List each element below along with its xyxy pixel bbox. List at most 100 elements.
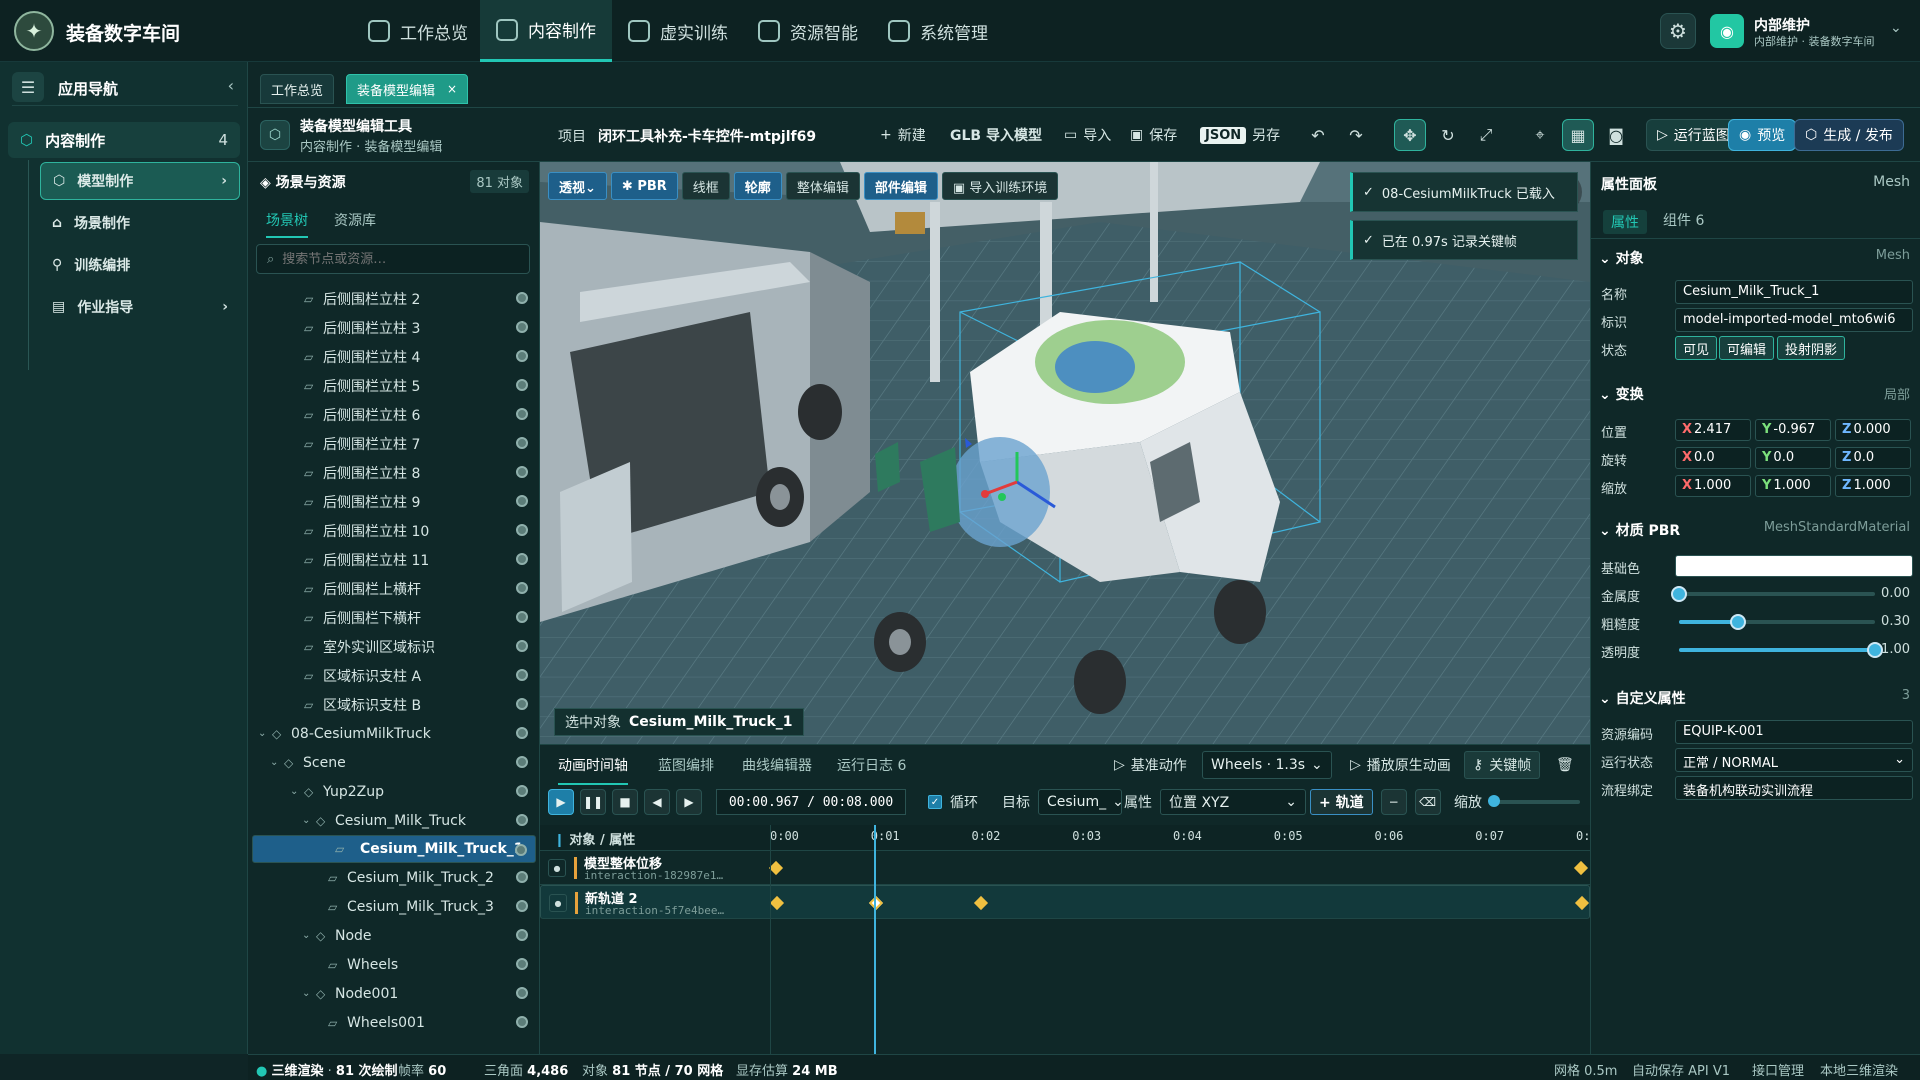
menu-icon[interactable]: ☰ (12, 72, 44, 102)
flow-field[interactable]: 装备机构联动实训流程 (1675, 776, 1913, 800)
view-mode-button[interactable]: 透视⌄ (548, 172, 607, 200)
glb-import-button[interactable]: GLB 导入模型 (950, 123, 1042, 147)
keyframe-diamond[interactable] (1573, 860, 1589, 876)
tree-node[interactable]: ⌄ ◇ Scene (252, 748, 536, 777)
tree-node[interactable]: ▱ 后侧围栏立柱 6 (252, 400, 536, 429)
scale-z-field[interactable]: Z 1.000 (1835, 475, 1911, 497)
keyframe-diamond[interactable] (1574, 895, 1590, 911)
user-menu[interactable]: ◉ 内部维护 内部维护 · 装备数字车间 ⌄ (1710, 12, 1910, 50)
camera-icon[interactable]: ◙ (1600, 119, 1632, 151)
visibility-eye-icon[interactable] (516, 958, 528, 970)
visibility-eye-icon[interactable] (516, 292, 528, 304)
visibility-eye-icon[interactable] (516, 408, 528, 420)
visibility-eye-icon[interactable] (516, 756, 528, 768)
search-box[interactable]: ⌕ (256, 244, 530, 274)
tree-node[interactable]: ▱ 区域标识支柱 A (252, 661, 536, 690)
zoom-knob[interactable] (1488, 795, 1500, 807)
keyframe-button[interactable]: ⚷ 关键帧 (1464, 751, 1541, 779)
tab-blueprint[interactable]: 蓝图编排 (658, 755, 714, 775)
section-custom[interactable]: ⌄ 自定义属性 (1599, 688, 1686, 708)
scale-y-field[interactable]: Y 1.000 (1755, 475, 1831, 497)
opacity-slider[interactable] (1679, 642, 1883, 658)
sidebar-item-scene[interactable]: ⌂ 场景制作 (40, 204, 240, 242)
status-api[interactable]: 接口管理 (1752, 1060, 1804, 1079)
tab-properties[interactable]: 属性 (1603, 210, 1647, 234)
sidebar-item-model[interactable]: ⬡ 模型制作 › (40, 162, 240, 200)
tab-animation[interactable]: 动画时间轴 (558, 755, 628, 785)
tree-node[interactable]: ▱ 后侧围栏下横杆 (252, 603, 536, 632)
visibility-eye-icon[interactable] (516, 698, 528, 710)
position-y-field[interactable]: Y -0.967 (1755, 419, 1831, 441)
import-button[interactable]: ▭ 导入 (1064, 123, 1111, 147)
visibility-eye-icon[interactable] (516, 611, 528, 623)
track-toggle-icon[interactable]: ● (549, 894, 567, 912)
view-mode-button[interactable]: 线框 (681, 172, 730, 200)
chevron-down-icon[interactable]: ⌄ (302, 815, 316, 826)
chevron-down-icon[interactable]: ⌄ (302, 930, 316, 941)
nav-content[interactable]: 内容制作 (480, 0, 612, 62)
pause-button[interactable]: ❚❚ (580, 789, 606, 815)
target-select[interactable]: Cesium_ ⌄ (1038, 789, 1124, 815)
code-field[interactable]: EQUIP-K-001 (1675, 720, 1913, 744)
tree-node[interactable]: ⌄ ◇ 08-CesiumMilkTruck (252, 719, 536, 748)
visibility-eye-icon[interactable] (516, 437, 528, 449)
tab-asset-library[interactable]: 资源库 (334, 210, 376, 230)
state-visible-chip[interactable]: 可见 (1675, 336, 1718, 360)
roughness-knob[interactable] (1729, 614, 1746, 630)
rotation-y-field[interactable]: Y 0.0 (1755, 447, 1831, 469)
visibility-eye-icon[interactable] (516, 871, 528, 883)
next-frame-button[interactable]: ▶ (676, 789, 702, 815)
metalness-slider[interactable] (1671, 586, 1875, 602)
collapse-chevron-icon[interactable]: ‹ (228, 76, 234, 95)
play-button[interactable]: ▶ (548, 789, 574, 815)
scale-icon[interactable]: ⤢ (1470, 119, 1502, 151)
keyframe-diamond[interactable] (869, 895, 884, 911)
search-input[interactable] (282, 251, 503, 267)
tree-node[interactable]: ▱ Cesium_Milk_Truck_1 (252, 835, 536, 863)
save-as-button[interactable]: JSON 另存 (1200, 123, 1280, 147)
tab-scene-tree[interactable]: 场景树 (266, 210, 308, 238)
publish-button[interactable]: ⬡ 生成 / 发布 (1794, 119, 1904, 151)
visibility-eye-icon[interactable] (516, 379, 528, 391)
visibility-eye-icon[interactable] (516, 987, 528, 999)
run-blueprint-button[interactable]: ▷ 运行蓝图 (1646, 119, 1741, 151)
base-color-swatch[interactable] (1675, 555, 1913, 577)
visibility-eye-icon[interactable] (516, 640, 528, 652)
visibility-eye-icon[interactable] (516, 524, 528, 536)
section-object[interactable]: ⌄ 对象 (1599, 248, 1644, 268)
tree-node[interactable]: ▱ 后侧围栏立柱 8 (252, 458, 536, 487)
visibility-eye-icon[interactable] (516, 814, 528, 826)
chevron-down-icon[interactable]: ⌄ (302, 988, 316, 999)
settings-gear-icon[interactable]: ⚙ (1660, 13, 1696, 49)
state-shadow-chip[interactable]: 投射阴影 (1777, 336, 1846, 360)
tree-node[interactable]: ▱ 后侧围栏立柱 2 (252, 284, 536, 313)
tab-components[interactable]: 组件 6 (1663, 210, 1704, 230)
visibility-eye-icon[interactable] (516, 1016, 528, 1028)
tab-curve-editor[interactable]: 曲线编辑器 (742, 755, 812, 775)
state-editable-chip[interactable]: 可编辑 (1719, 336, 1775, 360)
erase-button[interactable]: ⌫ (1414, 789, 1441, 815)
close-icon[interactable]: × (447, 82, 457, 96)
nav-overview[interactable]: 工作总览 (352, 0, 484, 62)
visibility-eye-icon[interactable] (516, 466, 528, 478)
visibility-eye-icon[interactable] (516, 495, 528, 507)
focus-icon[interactable]: ⌖ (1524, 119, 1556, 151)
play-native-button[interactable]: ▷ 播放原生动画 (1350, 751, 1451, 779)
tree-node[interactable]: ▱ Wheels001 (252, 1008, 536, 1037)
chevron-down-icon[interactable]: ⌄ (270, 757, 284, 768)
visibility-eye-icon[interactable] (516, 727, 528, 739)
rotate-icon[interactable]: ↻ (1432, 119, 1464, 151)
visibility-eye-icon[interactable] (516, 582, 528, 594)
tree-node[interactable]: ⌄ ◇ Node (252, 921, 536, 950)
tree-node[interactable]: ▱ 后侧围栏立柱 10 (252, 516, 536, 545)
stop-button[interactable]: ■ (612, 789, 638, 815)
visibility-eye-icon[interactable] (516, 669, 528, 681)
property-select[interactable]: 位置 XYZ ⌄ (1160, 789, 1306, 815)
new-button[interactable]: + 新建 (880, 123, 926, 147)
timeline-track[interactable]: ● 新轨道 2 interaction-5f7e4bee… (540, 885, 1590, 919)
sidebar-group-content[interactable]: ⬡ 内容制作 4 (8, 122, 240, 158)
visibility-eye-icon[interactable] (516, 321, 528, 333)
rotation-z-field[interactable]: Z 0.0 (1835, 447, 1911, 469)
chevron-down-icon[interactable]: ⌄ (258, 728, 272, 739)
sidebar-item-orchestration[interactable]: ⚲ 训练编排 (40, 246, 240, 284)
